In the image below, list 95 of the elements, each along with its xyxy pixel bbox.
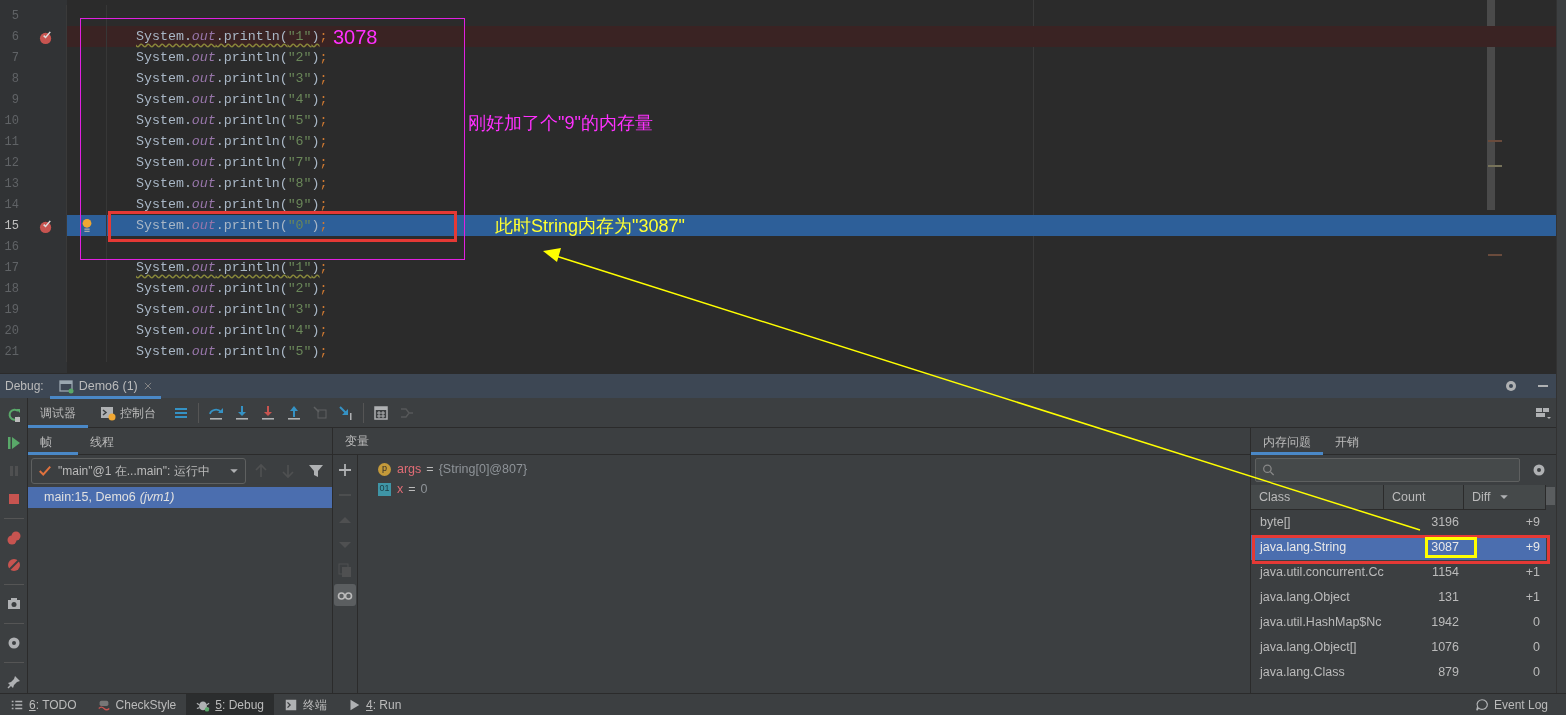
table-row[interactable]: java.lang.Object 131 +1: [1251, 585, 1546, 610]
table-cell: 3196: [1431, 515, 1459, 530]
table-cell-text: +1: [1524, 589, 1541, 607]
frames-tab[interactable]: 线程: [78, 428, 128, 455]
table-cell-text: +1: [1524, 564, 1541, 582]
table-cell-text: 0: [1532, 639, 1541, 657]
table-cell: 3087: [1431, 540, 1459, 555]
settings-icon[interactable]: [1531, 462, 1547, 478]
table-row[interactable]: java.util.concurrent.Cc 1154 +1: [1251, 560, 1546, 585]
column-header[interactable]: Class: [1251, 485, 1384, 509]
error-stripe-mark: [1488, 254, 1502, 256]
resume-icon[interactable]: [5, 434, 22, 451]
close-icon[interactable]: [142, 381, 153, 391]
tool-window-button[interactable]: 终端: [274, 693, 337, 715]
terminal-icon: [284, 697, 298, 712]
table-cell-text: +9: [1524, 539, 1541, 557]
code-line: System.out.println("2");: [136, 279, 328, 298]
stack-frame[interactable]: main:15, Demo6 (jvm1): [28, 487, 332, 508]
variable-entry[interactable]: x = 0: [397, 479, 428, 499]
breakpoint-icon: [39, 219, 54, 234]
table-cell: 1154: [1432, 565, 1459, 580]
annotation-text: 刚好加了个"9"的内存量: [468, 114, 653, 132]
breakpoint-icon: [39, 30, 54, 45]
code-line: System.out.println("6");: [136, 132, 328, 151]
table-cell-text: java.util.HashMap$Nc: [1258, 614, 1383, 632]
memory-tab[interactable]: 开销: [1323, 428, 1373, 455]
table-cell-text: java.util.concurrent.Cc: [1258, 564, 1384, 582]
code-line: System.out.println("9");: [136, 195, 328, 214]
step-into-icon[interactable]: [234, 404, 250, 421]
table-cell-text: 0: [1532, 664, 1541, 682]
table-cell: 1076: [1431, 640, 1459, 655]
code-line: System.out.println("0");: [136, 216, 328, 235]
thread-dropdown[interactable]: "main"@1 在...main": 运行中: [31, 458, 246, 484]
breakpoints-icon[interactable]: [5, 529, 22, 546]
panel-title: 变量: [333, 428, 1250, 455]
column-header[interactable]: Count: [1384, 485, 1464, 509]
line-number: 15: [3, 217, 19, 235]
code-line: System.out.println("5");: [136, 111, 328, 130]
code-line: System.out.println("5");: [136, 342, 328, 361]
run-to-cursor-icon[interactable]: [338, 404, 354, 421]
code-line: System.out.println("7");: [136, 153, 328, 172]
lightbulb-icon[interactable]: [80, 217, 94, 233]
tool-window-button[interactable]: CheckStyle: [86, 693, 187, 715]
pin-icon[interactable]: [5, 674, 22, 691]
table-row[interactable]: java.util.HashMap$Nc 1942 0: [1251, 610, 1546, 635]
annotation-text: 3078: [333, 27, 378, 47]
tool-window-button[interactable]: 6: TODO: [0, 693, 87, 715]
table-cell-text: 0: [1532, 614, 1541, 632]
table-cell: 879: [1438, 665, 1459, 680]
force-step-into-icon[interactable]: [260, 404, 276, 421]
variable-type-icon: p: [378, 462, 391, 476]
code-line: System.out.println("1");: [136, 258, 328, 277]
check-icon: [38, 464, 52, 478]
code-line: System.out.println("8");: [136, 174, 328, 193]
settings-icon[interactable]: [1503, 378, 1519, 394]
console-icon: [100, 404, 116, 421]
annotation-text: 此时String内存为"3087": [495, 217, 685, 235]
table-cell-text: java.lang.String: [1258, 539, 1348, 557]
variable-type-icon: 01: [378, 482, 391, 496]
table-row[interactable]: byte[] 3196 +9: [1251, 510, 1546, 535]
search-icon: [1262, 463, 1276, 477]
code-line: System.out.println("3");: [136, 69, 328, 88]
tool-window-button[interactable]: 5: Debug: [186, 693, 274, 715]
error-stripe-mark: [1488, 140, 1502, 142]
filter-icon[interactable]: [308, 463, 325, 479]
debugger-tab[interactable]: 调试器: [28, 397, 88, 428]
code-line: System.out.println("1");: [136, 27, 328, 46]
error-stripe-mark: [1488, 165, 1502, 167]
table-cell-text: java.lang.Object: [1258, 589, 1351, 607]
table-cell-text: java.lang.Class: [1258, 664, 1346, 682]
tool-window-button[interactable]: 4: Run: [337, 693, 412, 715]
code-line: System.out.println("4");: [136, 321, 328, 340]
plus-icon[interactable]: [337, 462, 353, 478]
variable-entry[interactable]: args = {String[0]@807}: [397, 459, 528, 479]
calculator-icon[interactable]: [373, 404, 389, 421]
session-tab[interactable]: Demo6 (1): [49, 373, 161, 399]
mute-breakpoints-icon[interactable]: [5, 557, 22, 574]
table-cell: 131: [1438, 590, 1459, 605]
code-line: System.out.println("2");: [136, 48, 328, 67]
speech-bubble-icon: [1474, 697, 1489, 712]
debugger-tab[interactable]: 控制台: [88, 397, 168, 428]
table-cell-text: byte[]: [1259, 514, 1292, 532]
code-line: System.out.println("4");: [136, 90, 328, 109]
table-row[interactable]: java.lang.Class 879 0: [1251, 660, 1546, 685]
table-cell-text: +9: [1524, 514, 1541, 532]
table-row[interactable]: java.lang.Object[] 1076 0: [1251, 635, 1546, 660]
step-out-icon[interactable]: [286, 404, 302, 421]
event-log-button[interactable]: Event Log: [1464, 693, 1558, 715]
search-field[interactable]: [1255, 458, 1520, 482]
table-cell: 1942: [1431, 615, 1459, 630]
scrollbar[interactable]: [1546, 487, 1555, 505]
code-line: System.out.println("3");: [136, 300, 328, 319]
panel-title: Debug:: [5, 378, 44, 395]
window-icon: [57, 378, 74, 394]
table-cell-text: java.lang.Object[]: [1258, 639, 1358, 657]
